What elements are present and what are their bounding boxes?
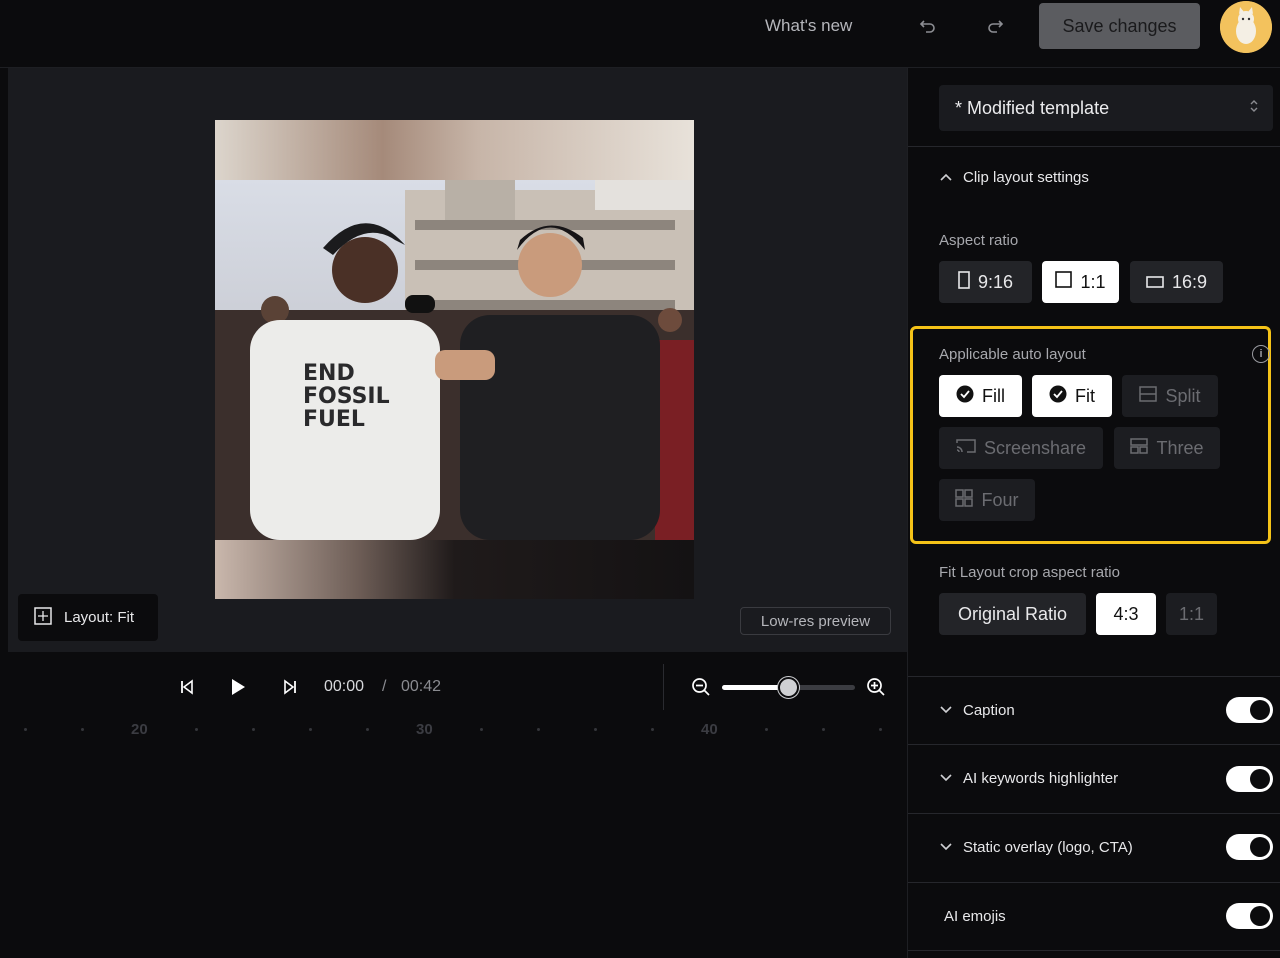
settings-panel: * Modified template Clip layout settings… bbox=[907, 68, 1280, 958]
ai-emojis-section-header[interactable]: AI emojis bbox=[944, 908, 1006, 925]
info-icon[interactable]: i bbox=[1252, 345, 1270, 363]
fit-crop-4-3[interactable]: 4:3 bbox=[1096, 593, 1156, 635]
cast-icon bbox=[956, 438, 976, 459]
chevron-down-icon bbox=[939, 839, 953, 856]
aspect-ratio-label: Aspect ratio bbox=[939, 232, 1019, 249]
fit-crop-1-1[interactable]: 1:1 bbox=[1166, 593, 1217, 635]
redo-icon[interactable] bbox=[981, 14, 1009, 38]
ai-keywords-toggle[interactable] bbox=[1226, 766, 1273, 792]
current-time: 00:00 bbox=[324, 678, 365, 695]
chevron-updown-icon bbox=[1249, 99, 1259, 113]
svg-text:FUEL: FUEL bbox=[303, 407, 365, 432]
ai-keywords-section-header[interactable]: AI keywords highlighter bbox=[939, 770, 1118, 787]
auto-layout-screenshare[interactable]: Screenshare bbox=[939, 427, 1103, 469]
ruler-mark: 40 bbox=[701, 721, 718, 738]
lowres-preview-badge: Low-res preview bbox=[740, 607, 891, 635]
player-controls: 00:00 / 00:42 20 30 40 bbox=[0, 652, 907, 958]
skip-back-icon[interactable] bbox=[176, 676, 198, 698]
chevron-down-icon bbox=[939, 702, 953, 719]
landscape-icon bbox=[1146, 272, 1164, 293]
whats-new-link[interactable]: What's new bbox=[765, 16, 852, 36]
split-layout-icon bbox=[1139, 385, 1158, 407]
auto-layout-three[interactable]: Three bbox=[1114, 427, 1220, 469]
grid-four-icon bbox=[955, 488, 974, 512]
check-circle-icon bbox=[956, 385, 974, 408]
video-preview[interactable]: END FOSSIL FUEL bbox=[215, 120, 694, 599]
clip-layout-settings-header[interactable]: Clip layout settings bbox=[939, 169, 1089, 186]
template-select[interactable]: * Modified template bbox=[939, 85, 1273, 131]
static-overlay-toggle[interactable] bbox=[1226, 834, 1273, 860]
aspect-ratio-1-1[interactable]: 1:1 bbox=[1042, 261, 1119, 303]
layout-icon bbox=[34, 606, 52, 629]
square-icon bbox=[1055, 271, 1073, 293]
auto-layout-label: Applicable auto layout bbox=[939, 346, 1086, 363]
aspect-ratio-16-9[interactable]: 16:9 bbox=[1130, 261, 1223, 303]
layout-chip-label: Layout: Fit bbox=[64, 609, 135, 626]
auto-layout-fit[interactable]: Fit bbox=[1032, 375, 1112, 417]
zoom-slider-handle[interactable] bbox=[777, 677, 799, 698]
aspect-ratio-9-16[interactable]: 9:16 bbox=[939, 261, 1032, 303]
check-circle-icon bbox=[1049, 385, 1067, 408]
template-select-value: * Modified template bbox=[955, 97, 1110, 118]
three-layout-icon bbox=[1130, 437, 1149, 459]
fit-crop-original[interactable]: Original Ratio bbox=[939, 593, 1086, 635]
chevron-up-icon bbox=[939, 169, 953, 186]
svg-text:END: END bbox=[303, 361, 355, 386]
play-icon[interactable] bbox=[227, 676, 249, 698]
ruler-mark: 30 bbox=[416, 721, 433, 738]
auto-layout-fill[interactable]: Fill bbox=[939, 375, 1022, 417]
svg-text:FOSSIL: FOSSIL bbox=[303, 384, 390, 409]
auto-layout-four[interactable]: Four bbox=[939, 479, 1035, 521]
clip-layout-settings-title: Clip layout settings bbox=[963, 169, 1089, 186]
undo-icon[interactable] bbox=[914, 14, 942, 38]
zoom-out-icon[interactable] bbox=[690, 676, 712, 698]
layout-chip[interactable]: Layout: Fit bbox=[18, 594, 158, 641]
avatar[interactable] bbox=[1220, 1, 1272, 53]
top-bar: What's new Save changes bbox=[0, 0, 1280, 68]
duration: 00:42 bbox=[401, 678, 442, 695]
zoom-in-icon[interactable] bbox=[865, 676, 887, 698]
ai-emojis-toggle[interactable] bbox=[1226, 903, 1273, 929]
portrait-icon bbox=[958, 270, 970, 294]
time-separator: / bbox=[382, 678, 387, 695]
fit-crop-label: Fit Layout crop aspect ratio bbox=[939, 564, 1120, 581]
auto-layout-split[interactable]: Split bbox=[1122, 375, 1218, 417]
caption-section-header[interactable]: Caption bbox=[939, 702, 1015, 719]
ruler-mark: 20 bbox=[131, 721, 148, 738]
skip-forward-icon[interactable] bbox=[279, 676, 301, 698]
static-overlay-section-header[interactable]: Static overlay (logo, CTA) bbox=[939, 839, 1133, 856]
chevron-down-icon bbox=[939, 770, 953, 787]
save-changes-button[interactable]: Save changes bbox=[1039, 3, 1200, 49]
caption-toggle[interactable] bbox=[1226, 697, 1273, 723]
